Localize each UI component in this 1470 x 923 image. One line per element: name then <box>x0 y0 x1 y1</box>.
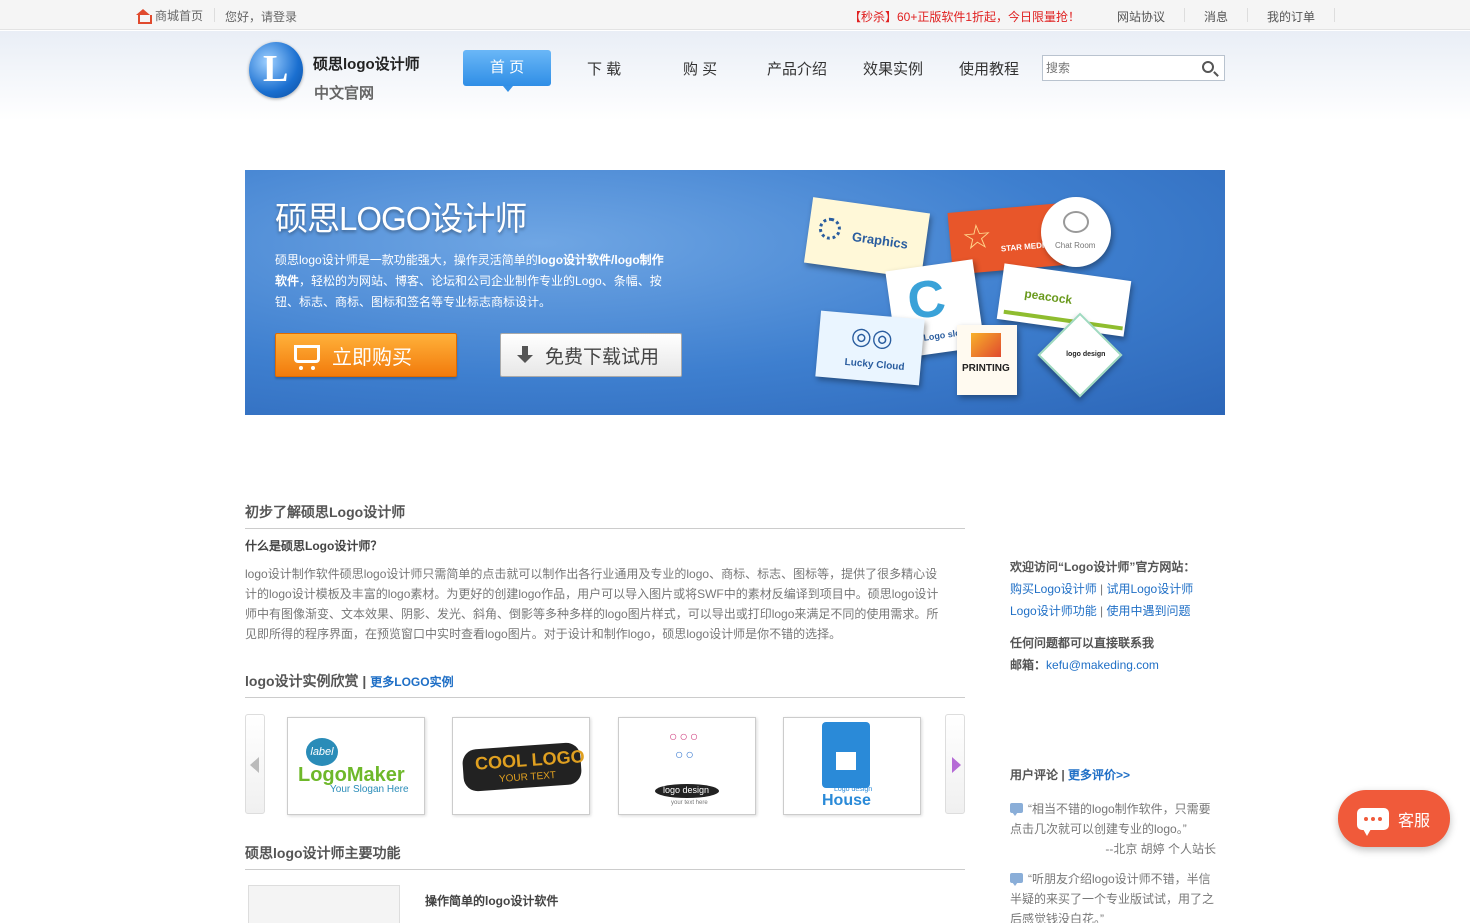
nav-buy[interactable]: 购 买 <box>683 58 717 79</box>
nav-home[interactable]: 首 页 <box>463 50 551 92</box>
divider <box>1184 8 1185 22</box>
nav-tutorials[interactable]: 使用教程 <box>959 58 1019 79</box>
customer-service-button[interactable]: 客服 <box>1338 790 1450 847</box>
chevron-right-icon <box>952 757 961 773</box>
nav-download[interactable]: 下 载 <box>587 58 621 79</box>
sample-logo-card: Graphics <box>803 197 931 279</box>
brand-subtitle: 中文官网 <box>314 85 375 102</box>
search-input[interactable] <box>1046 59 1196 77</box>
hero-banner: 硕思LOGO设计师 硕思logo设计师是一款功能强大，操作灵活简单的logo设计… <box>245 170 1225 415</box>
features-section-title: 硕思logo设计师主要功能 <box>245 843 965 870</box>
mall-home-link[interactable]: 商城首页 <box>135 7 203 24</box>
logo-example-thumb[interactable]: Logo design House <box>783 717 921 815</box>
feature-item-title: 操作简单的logo设计软件 <box>425 894 559 908</box>
carousel-prev-button[interactable] <box>245 714 265 814</box>
sidebar-welcome: 欢迎访问“Logo设计师”官方网站： <box>1010 560 1196 574</box>
download-icon <box>517 346 533 363</box>
intro-section-title: 初步了解硕思Logo设计师 <box>245 502 965 529</box>
more-reviews-link[interactable]: 更多评价>> <box>1068 768 1130 782</box>
sample-logo-card: PRINTING <box>957 325 1017 395</box>
review-item: “相当不错的logo制作软件，只需要点击几次就可以创建专业的logo。” --北… <box>1010 802 1216 856</box>
divider <box>1334 8 1335 22</box>
divider <box>214 8 215 22</box>
try-logo-designer-link[interactable]: 试用Logo设计师 <box>1107 582 1194 596</box>
gallery-section-title: logo设计实例欣赏 | 更多LOGO实例 <box>245 671 965 698</box>
usage-problems-link[interactable]: 使用中遇到问题 <box>1107 604 1191 618</box>
sample-logo-card: Chat Room <box>1041 197 1111 267</box>
login-link[interactable]: 您好，请登录 <box>225 8 297 25</box>
email-link[interactable]: kefu@makeding.com <box>1046 658 1159 672</box>
chat-bubble-icon <box>1357 808 1389 836</box>
brand-title: 硕思logo设计师 <box>313 56 420 73</box>
cart-icon <box>294 345 320 370</box>
sidebar-contact-heading: 任何问题都可以直接联系我 <box>1010 636 1155 650</box>
free-download-button[interactable]: 免费下载试用 <box>500 333 682 377</box>
intro-question: 什么是硕思Logo设计师？ <box>245 539 383 553</box>
logo-designer-features-link[interactable]: Logo设计师功能 <box>1010 604 1097 618</box>
comment-icon <box>1010 873 1023 886</box>
top-bar: 商城首页 您好，请登录 【秒杀】60+正版软件1折起，今日限量抢！ 网站协议 消… <box>0 0 1470 30</box>
search-box <box>1042 55 1225 81</box>
header <box>0 31 1470 121</box>
my-orders-link[interactable]: 我的订单 <box>1267 8 1315 25</box>
promo-link[interactable]: 【秒杀】60+正版软件1折起，今日限量抢！ <box>849 8 1080 25</box>
more-logo-examples-link[interactable]: 更多LOGO实例 <box>370 675 453 689</box>
buy-logo-designer-link[interactable]: 购买Logo设计师 <box>1010 582 1097 596</box>
divider <box>1247 8 1248 22</box>
logo-example-thumb[interactable]: ○○○ ○○ logo design your text here <box>618 717 756 815</box>
nav-examples[interactable]: 效果实例 <box>863 58 923 79</box>
sidebar-email: 邮箱：kefu@makeding.com <box>1010 658 1159 672</box>
buy-now-button[interactable]: 立即购买 <box>275 333 457 377</box>
logo-example-thumb[interactable]: label LogoMaker Your Slogan Here <box>287 717 425 815</box>
sample-logo-card: ◎◎ Lucky Cloud <box>815 310 925 386</box>
nav-product-intro[interactable]: 产品介绍 <box>767 58 827 79</box>
sidebar-links-row2: Logo设计师功能 | 使用中遇到问题 <box>1010 604 1191 618</box>
sidebar-links-row1: 购买Logo设计师 | 试用Logo设计师 <box>1010 582 1194 596</box>
mall-home-label: 商城首页 <box>155 9 204 23</box>
logo-example-thumb[interactable]: COOL LOGO YOUR TEXT <box>452 717 590 815</box>
banner-title: 硕思LOGO设计师 <box>275 200 527 237</box>
site-agreement-link[interactable]: 网站协议 <box>1117 8 1165 25</box>
search-icon[interactable] <box>1202 61 1214 73</box>
chevron-left-icon <box>250 757 259 773</box>
banner-description: 硕思logo设计师是一款功能强大，操作灵活简单的logo设计软件/logo制作软… <box>275 253 664 309</box>
feature-screenshot <box>248 885 400 923</box>
reviews-heading: 用户评论 | 更多评价>> <box>1010 768 1131 782</box>
review-item: “听朋友介绍logo设计师不错，半信半疑的来买了一个专业版试试，用了之后感觉钱没… <box>1010 872 1215 923</box>
intro-body: logo设计制作软件硕思logo设计师只需简单的点击就可以制作出各行业通用及专业… <box>245 567 939 641</box>
comment-icon <box>1010 803 1023 816</box>
home-icon <box>135 8 152 24</box>
logo-icon[interactable]: L <box>249 42 303 98</box>
messages-link[interactable]: 消息 <box>1204 8 1228 25</box>
carousel-next-button[interactable] <box>945 714 965 814</box>
